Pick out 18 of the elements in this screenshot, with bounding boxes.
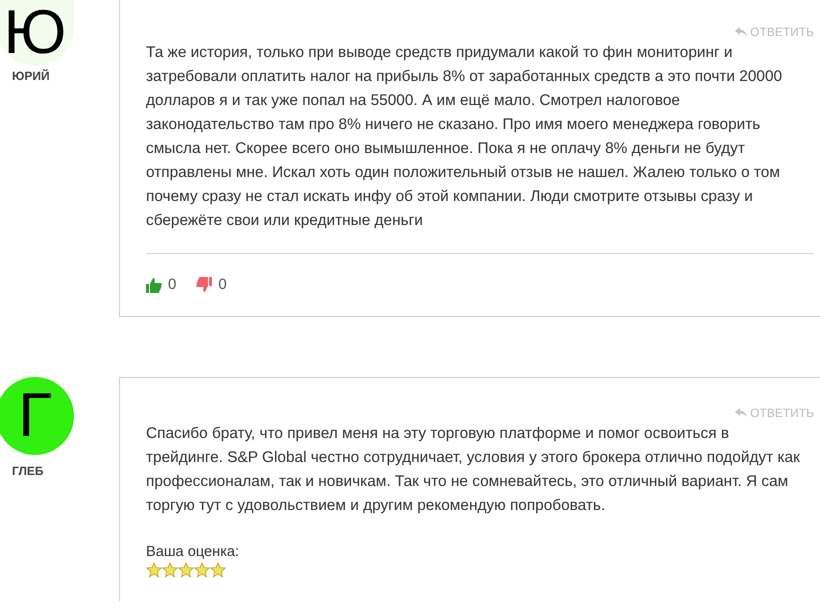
star-icon: [194, 562, 210, 578]
star-icon: [178, 562, 194, 578]
comment-text: Спасибо брату, что привел меня на эту торговую платформе и помог освоиться в трейдинге. S&P Global честно сотрудничает, условия у этого брокера отлично подойдут как профессионалам, так и новичкам. Так что не сомневайтесь, это отличный вариант. Я сам торгую тут с удовольствием и другим рекомендую попробовать.: [146, 424, 801, 516]
avatar: Ю: [0, 0, 74, 66]
author-name: ГЛЕБ: [12, 464, 44, 478]
comment-text: Та же история, только при выводе средств придумали какой то фин мониторинг и затребовали оплатить налог на прибыль 8% от заработанных средств а это почти 20000 долларов я и так уже попал на 55000. А им ещё мало. Смотрел налоговое законодательство там про 8% ничего не сказано. Про имя моего менеджера говорить смысла нет. Скорее всего оно вымышленное. Пока я не оплачу 8% деньги не будут отправлены мне. Искал хоть один положительный отзыв не нашел. Жалею только о том почему сразу не стал искать инфу об этой компании. Люди смотрите отзывы сразу и сбережёте свои или кредитные деньги: [146, 43, 784, 231]
star-icon: [162, 562, 178, 578]
author-name: ЮРИЙ: [12, 69, 50, 83]
reply-arrow-icon: [735, 408, 748, 418]
star-icon: [210, 562, 226, 578]
like-button[interactable]: 0: [146, 276, 176, 293]
rating-label: Ваша оценка:: [146, 544, 240, 560]
star-icon: [146, 562, 162, 578]
thumbs-down-icon: [196, 276, 212, 292]
reply-arrow-icon: [735, 27, 748, 37]
thumbs-up-icon: [146, 276, 162, 292]
avatar: Г: [0, 377, 74, 455]
dislike-button[interactable]: 0: [196, 276, 227, 293]
